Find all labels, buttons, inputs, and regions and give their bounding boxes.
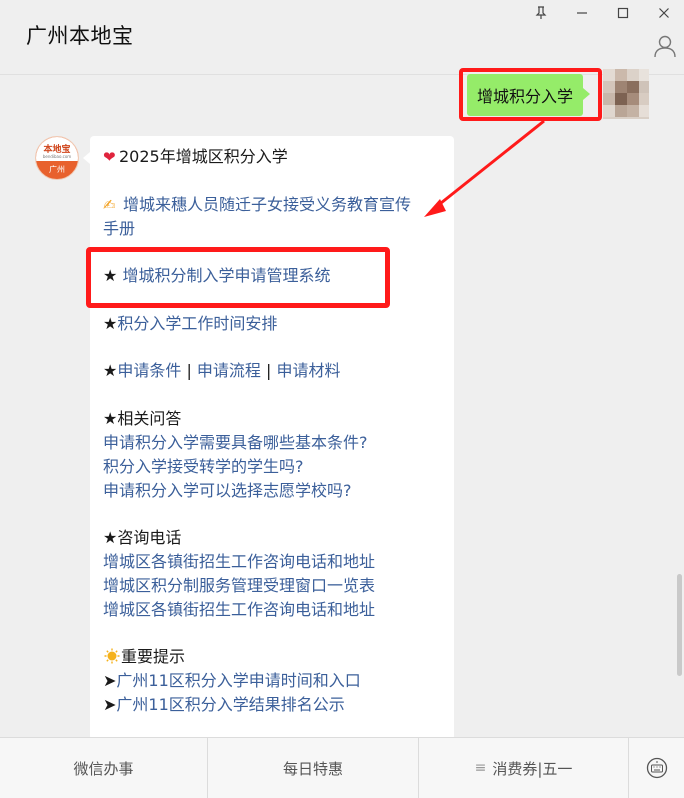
bottom-menu: 微信办事 每日特惠 ≡ 消费券|五一	[0, 737, 684, 798]
manual-link-cont[interactable]: 手册	[103, 217, 135, 241]
faq-heading: ★相关问答	[103, 409, 182, 428]
window-controls	[520, 0, 684, 26]
menu-icon: ≡	[474, 760, 487, 776]
notice-link-1[interactable]: 广州11区积分入学申请时间和入口	[116, 671, 360, 690]
arrow-glyph: ➤	[103, 695, 117, 714]
phone-link-2[interactable]: 增城区积分制服务管理受理窗口一览表	[103, 574, 375, 598]
scrollbar-thumb[interactable]	[677, 574, 682, 676]
message-heading: ❤ 2025年增城区积分入学	[103, 145, 288, 169]
separator: |	[260, 361, 277, 380]
phone-link-1[interactable]: 增城区各镇街招生工作咨询电话和地址	[103, 550, 375, 574]
arrow-glyph: ➤	[103, 671, 117, 690]
notice-heading-text: 重要提示	[121, 647, 186, 666]
notice-line-1[interactable]: ➤广州11区积分入学申请时间和入口	[103, 669, 361, 693]
apply-process-link[interactable]: 申请流程	[197, 361, 261, 380]
manual-link[interactable]: 增城来穗人员随迁子女接受义务教育宣传	[123, 195, 411, 214]
highlight-box-system-link	[86, 247, 390, 308]
notice-heading: 重要提示	[103, 645, 185, 669]
sun-icon	[104, 648, 120, 664]
keyboard-toggle-button[interactable]	[629, 738, 684, 798]
apply-conditions-link[interactable]: 申请条件	[117, 361, 181, 380]
schedule-star: ★	[103, 314, 118, 333]
writing-hand-icon: ✍	[103, 196, 116, 214]
phone-heading: ★咨询电话	[103, 528, 182, 547]
menu-tab-label: 微信办事	[73, 759, 134, 778]
bot-avatar-domain: bendibao.com	[42, 154, 72, 159]
separator: |	[181, 361, 197, 380]
schedule-link[interactable]: 积分入学工作时间安排	[117, 314, 277, 333]
notice-link-2[interactable]: 广州11区积分入学结果排名公示	[116, 695, 344, 714]
faq-link-3[interactable]: 申请积分入学可以选择志愿学校吗?	[103, 479, 352, 503]
menu-tab-coupons[interactable]: ≡ 消费券|五一	[419, 738, 629, 798]
maximize-icon[interactable]	[602, 0, 643, 26]
bot-avatar-city: 广州	[49, 165, 65, 174]
close-icon[interactable]	[643, 0, 684, 26]
bot-avatar[interactable]: 本地宝 bendibao.com 广州	[35, 136, 79, 180]
notice-line-2[interactable]: ➤广州11区积分入学结果排名公示	[103, 693, 345, 717]
highlight-box-outgoing	[459, 68, 602, 121]
chat-scrollbar[interactable]	[674, 74, 684, 737]
message-heading-text: 2025年增城区积分入学	[119, 147, 288, 166]
faq-link-2[interactable]: 积分入学接受转学的学生吗?	[103, 455, 304, 479]
menu-tab-wechat-service[interactable]: 微信办事	[0, 738, 208, 798]
faq-link-1[interactable]: 申请积分入学需要具备哪些基本条件?	[103, 431, 368, 455]
minimize-icon[interactable]	[561, 0, 602, 26]
apply-star: ★	[103, 361, 118, 380]
manual-line-1[interactable]: ✍ 增城来穗人员随迁子女接受义务教育宣传	[103, 193, 411, 217]
menu-tab-label: 消费券|五一	[492, 759, 573, 778]
user-avatar[interactable]	[603, 69, 649, 119]
heart-icon: ❤	[103, 148, 116, 166]
menu-tab-daily-deals[interactable]: 每日特惠	[208, 738, 419, 798]
menu-tab-label: 每日特惠	[282, 759, 343, 778]
phone-link-3[interactable]: 增城区各镇街招生工作咨询电话和地址	[103, 598, 375, 622]
chat-title: 广州本地宝	[26, 24, 134, 48]
schedule-line[interactable]: ★积分入学工作时间安排	[103, 312, 277, 336]
profile-icon[interactable]	[652, 33, 678, 59]
apply-line: ★申请条件 | 申请流程 | 申请材料	[103, 359, 341, 383]
keyboard-icon	[646, 757, 667, 779]
pin-icon[interactable]	[520, 0, 561, 26]
apply-materials-link[interactable]: 申请材料	[277, 361, 341, 380]
